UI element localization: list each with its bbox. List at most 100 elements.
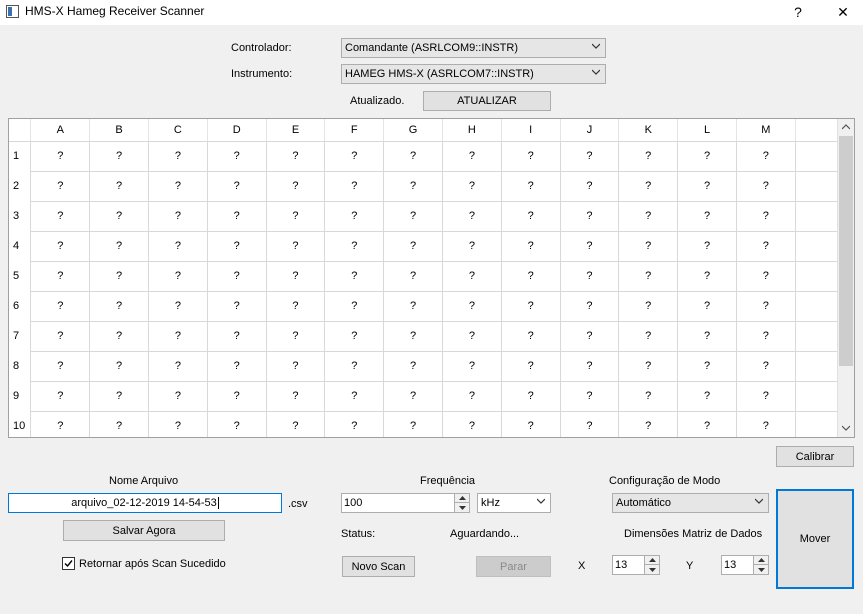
column-header[interactable]: G — [383, 119, 443, 142]
table-cell[interactable]: ? — [560, 351, 620, 382]
table-cell[interactable]: ? — [677, 231, 737, 262]
table-cell[interactable]: ? — [324, 141, 385, 172]
table-cell[interactable]: ? — [148, 231, 208, 262]
table-cell[interactable]: ? — [89, 141, 149, 172]
table-cell[interactable]: ? — [736, 231, 796, 262]
table-cell[interactable]: ? — [618, 201, 679, 232]
table-cell[interactable]: ? — [383, 201, 443, 232]
table-cell[interactable]: ? — [30, 141, 91, 172]
table-cell[interactable]: ? — [442, 321, 502, 352]
table-cell[interactable]: ? — [501, 291, 561, 322]
table-cell[interactable]: ? — [383, 291, 443, 322]
table-cell[interactable]: ? — [324, 261, 385, 292]
frequencia-spinbox[interactable]: 100 — [341, 493, 470, 513]
row-header[interactable]: 9 — [9, 381, 32, 411]
y-spin-buttons[interactable] — [753, 556, 768, 574]
column-header[interactable]: A — [30, 119, 91, 142]
table-cell[interactable]: ? — [148, 141, 208, 172]
table-cell[interactable]: ? — [30, 291, 91, 322]
table-cell[interactable]: ? — [148, 321, 208, 352]
table-cell[interactable]: ? — [383, 231, 443, 262]
table-cell[interactable]: ? — [618, 261, 679, 292]
column-header[interactable]: K — [618, 119, 679, 142]
table-cell[interactable]: ? — [442, 171, 502, 202]
table-cell[interactable]: ? — [207, 261, 267, 292]
table-cell[interactable]: ? — [324, 351, 385, 382]
x-spin-buttons[interactable] — [644, 556, 659, 574]
table-cell[interactable]: ? — [383, 411, 443, 437]
table-cell[interactable]: ? — [677, 171, 737, 202]
table-cell[interactable]: ? — [266, 261, 326, 292]
table-cell[interactable]: ? — [618, 141, 679, 172]
row-header[interactable]: 7 — [9, 321, 32, 351]
table-cell[interactable]: ? — [207, 141, 267, 172]
spin-down-icon[interactable] — [645, 565, 659, 574]
table-cell[interactable]: ? — [442, 291, 502, 322]
modo-select[interactable]: Automático — [612, 493, 769, 513]
table-cell[interactable]: ? — [89, 351, 149, 382]
table-cell[interactable]: ? — [207, 231, 267, 262]
column-header[interactable]: J — [560, 119, 620, 142]
table-cell[interactable]: ? — [89, 261, 149, 292]
row-header[interactable]: 10 — [9, 411, 32, 437]
spin-up-icon[interactable] — [754, 556, 768, 565]
table-cell[interactable]: ? — [89, 171, 149, 202]
close-button[interactable]: ✕ — [828, 1, 858, 23]
table-cell[interactable]: ? — [442, 201, 502, 232]
table-cell[interactable]: ? — [266, 411, 326, 437]
scrollbar-thumb[interactable] — [839, 136, 853, 366]
retornar-checkbox[interactable] — [62, 557, 75, 570]
table-cell[interactable]: ? — [207, 351, 267, 382]
table-cell[interactable]: ? — [266, 231, 326, 262]
table-cell[interactable]: ? — [501, 141, 561, 172]
table-cell[interactable]: ? — [148, 381, 208, 412]
table-cell[interactable]: ? — [618, 171, 679, 202]
row-header[interactable]: 8 — [9, 351, 32, 381]
table-cell[interactable]: ? — [266, 291, 326, 322]
y-spinbox[interactable]: 13 — [721, 555, 769, 575]
table-cell[interactable]: ? — [30, 261, 91, 292]
x-spinbox[interactable]: 13 — [612, 555, 660, 575]
table-cell[interactable]: ? — [383, 321, 443, 352]
table-cell[interactable]: ? — [736, 171, 796, 202]
table-cell[interactable]: ? — [383, 381, 443, 412]
row-header[interactable]: 3 — [9, 201, 32, 231]
table-cell[interactable]: ? — [383, 171, 443, 202]
table-cell[interactable]: ? — [89, 321, 149, 352]
column-header[interactable]: H — [442, 119, 502, 142]
row-header[interactable]: 4 — [9, 231, 32, 261]
table-cell[interactable]: ? — [207, 321, 267, 352]
table-cell[interactable]: ? — [501, 321, 561, 352]
column-header[interactable]: L — [677, 119, 737, 142]
table-cell[interactable]: ? — [442, 261, 502, 292]
help-button[interactable]: ? — [783, 1, 813, 23]
table-cell[interactable]: ? — [618, 291, 679, 322]
table-cell[interactable]: ? — [266, 351, 326, 382]
table-cell[interactable]: ? — [442, 231, 502, 262]
spin-up-icon[interactable] — [455, 494, 469, 503]
unit-select[interactable]: kHz — [477, 493, 551, 513]
table-cell[interactable]: ? — [560, 201, 620, 232]
table-cell[interactable]: ? — [677, 261, 737, 292]
column-header[interactable]: M — [736, 119, 796, 142]
table-cell[interactable]: ? — [324, 321, 385, 352]
table-cell[interactable]: ? — [618, 411, 679, 437]
table-cell[interactable]: ? — [677, 411, 737, 437]
table-cell[interactable]: ? — [677, 291, 737, 322]
table-cell[interactable]: ? — [501, 171, 561, 202]
calibrar-button[interactable]: Calibrar — [776, 446, 854, 467]
table-cell[interactable]: ? — [560, 411, 620, 437]
table-cell[interactable]: ? — [30, 201, 91, 232]
table-cell[interactable]: ? — [207, 171, 267, 202]
table-cell[interactable]: ? — [148, 351, 208, 382]
table-cell[interactable]: ? — [30, 411, 91, 437]
table-cell[interactable]: ? — [148, 411, 208, 437]
table-cell[interactable]: ? — [30, 351, 91, 382]
row-header[interactable]: 5 — [9, 261, 32, 291]
table-cell[interactable]: ? — [30, 171, 91, 202]
table-cell[interactable]: ? — [383, 261, 443, 292]
table-cell[interactable]: ? — [324, 291, 385, 322]
table-cell[interactable]: ? — [501, 351, 561, 382]
table-cell[interactable]: ? — [207, 291, 267, 322]
table-cell[interactable]: ? — [736, 411, 796, 437]
